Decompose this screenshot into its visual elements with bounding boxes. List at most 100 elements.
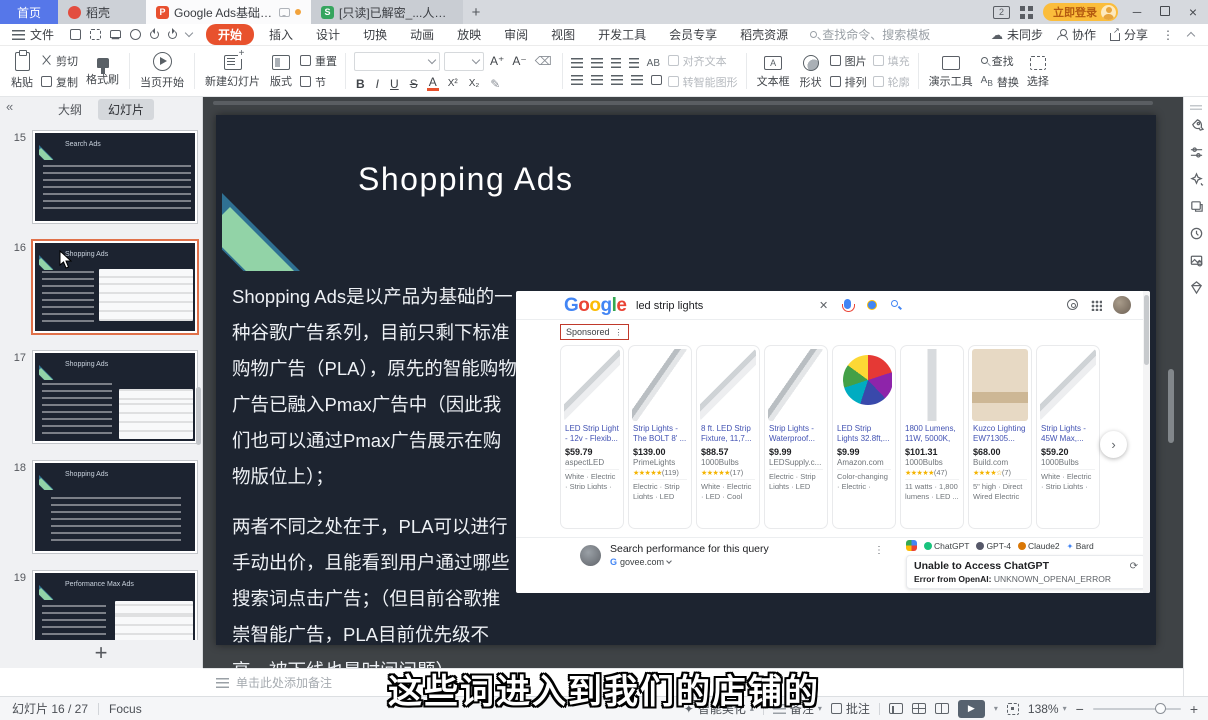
login-button[interactable]: 立即登录 [1043,3,1118,21]
text-box-button[interactable]: A文本框 [752,53,795,89]
share-button[interactable]: 分享 [1110,26,1148,43]
zoom-slider-knob[interactable] [1155,703,1166,714]
arrange-button[interactable]: 排列 [830,74,867,90]
find-button[interactable]: 查找 [981,53,1019,69]
slideshow-play-button[interactable]: ▶ [958,700,985,718]
align-left-icon[interactable] [571,75,583,85]
menu-start-active[interactable]: 开始 [206,24,254,45]
justify-icon[interactable] [631,75,643,85]
image-edit-icon[interactable] [1184,247,1208,274]
text-direction-icon[interactable]: AB [647,58,660,69]
font-family-select[interactable] [354,52,440,71]
duplicate-frames-icon[interactable] [1184,193,1208,220]
focus-mode-label[interactable]: Focus [109,702,142,716]
layout-button[interactable]: 版式 [265,53,297,89]
menu-transition[interactable]: 切换 [363,26,387,43]
increase-indent-icon[interactable] [629,58,639,68]
shapes-button[interactable]: 形状 [795,53,827,90]
tab-slides[interactable]: 幻灯片 [98,99,154,120]
export-icon[interactable] [90,29,101,40]
numbered-list-icon[interactable] [591,58,603,68]
subscript-icon[interactable]: X₂ [467,78,482,89]
select-button[interactable]: 选择 [1022,53,1054,89]
increase-font-icon[interactable]: A⁺ [488,54,506,68]
reset-button[interactable]: 重置 [300,53,337,69]
help-clock-icon[interactable] [1184,220,1208,247]
collapse-ribbon-icon[interactable] [1187,32,1195,40]
bold-icon[interactable]: B [354,77,367,91]
smart-beautify-button[interactable]: ✦智能美化▴ [684,700,754,717]
tab-outline[interactable]: 大纲 [48,99,92,120]
decrease-font-icon[interactable]: A⁻ [510,54,528,68]
quick-tools-icon[interactable] [1184,112,1208,139]
zoom-in-button[interactable]: + [1190,701,1198,717]
zoom-level[interactable]: 138%▾ [1028,702,1067,716]
play-options-icon[interactable]: ▾ [994,704,998,713]
google-search-screenshot[interactable]: Google led strip lights ✕ Sponsored ⋮ [516,291,1150,593]
save-icon[interactable] [70,29,81,40]
collaborate-button[interactable]: 协作 [1057,26,1096,43]
line-spacing-icon[interactable] [651,75,662,85]
horizontal-scrollbar[interactable] [213,101,1153,105]
tab-count-icon[interactable]: 2 [993,6,1010,19]
strikethrough-icon[interactable]: S [408,77,420,91]
panel-scrollbar[interactable] [196,387,201,445]
outline-button[interactable]: 轮廓 [873,74,910,90]
more-icon[interactable]: ⋮ [1162,28,1174,42]
tab-spreadsheet[interactable]: S [只读]已解密_...人端推广种草bf [311,0,463,24]
maximize-button[interactable] [1156,5,1174,19]
slide-thumbnail-18[interactable]: Shopping Ads [33,461,197,553]
menu-design[interactable]: 设计 [316,26,340,43]
close-button[interactable]: × [1184,4,1202,20]
properties-sliders-icon[interactable] [1184,139,1208,166]
minimize-button[interactable]: ─ [1128,5,1146,19]
font-color-icon[interactable]: A [427,77,439,91]
menu-slideshow[interactable]: 放映 [457,26,481,43]
font-size-select[interactable] [444,52,484,71]
bullet-list-icon[interactable] [571,58,583,68]
new-tab-button[interactable]: + [463,0,489,24]
print-icon[interactable] [110,30,121,38]
tab-current-presentation[interactable]: P Google Ads基础知识.pptx [146,0,311,24]
slide-thumbnail-17[interactable]: Shopping Ads [33,351,197,443]
slide-canvas[interactable]: Shopping Ads Shopping Ads是以产品为基础的一种谷歌广告系… [216,115,1156,645]
effects-star-icon[interactable] [1184,166,1208,193]
highlight-icon[interactable]: ✎ [488,77,502,91]
decrease-indent-icon[interactable] [611,58,621,68]
paste-button[interactable]: 粘贴 [6,52,38,90]
menu-view[interactable]: 视图 [551,26,575,43]
picture-button[interactable]: 图片 [830,53,867,69]
sync-status[interactable]: ☁未同步 [991,26,1043,43]
normal-view-icon[interactable] [889,703,903,714]
play-from-current-button[interactable]: 当页开始 [135,52,189,90]
fill-button[interactable]: 填充 [873,53,910,69]
replace-button[interactable]: AB替换 [981,74,1019,90]
slide-sorter-view-icon[interactable] [912,703,926,714]
menu-animation[interactable]: 动画 [410,26,434,43]
comments-button[interactable]: 批注 [831,700,870,717]
presentation-tools-button[interactable]: 演示工具 [924,53,978,89]
menu-file[interactable]: 文件 [12,26,54,43]
align-right-icon[interactable] [611,75,623,85]
menu-member[interactable]: 会员专享 [669,26,717,43]
panel-drag-handle[interactable] [1190,105,1202,110]
new-slide-button[interactable]: 新建幻灯片 [200,53,265,89]
menu-docer-resources[interactable]: 稻壳资源 [740,26,788,43]
slide-thumbnail-15[interactable]: Search Ads [33,131,197,223]
collapse-panel-icon[interactable]: « [6,99,13,114]
menu-insert[interactable]: 插入 [269,26,293,43]
tab-home[interactable]: 首页 [0,0,58,24]
zoom-out-button[interactable]: − [1076,701,1084,717]
vertical-scrollbar[interactable] [1168,369,1174,443]
italic-icon[interactable]: I [374,77,381,91]
smart-graphic-button[interactable]: 转智能图形 [668,74,738,90]
cut-button[interactable]: 剪切 [41,53,78,69]
menu-review[interactable]: 审阅 [504,26,528,43]
print-preview-icon[interactable] [130,29,141,40]
slide-title[interactable]: Shopping Ads [358,161,574,198]
quick-access-more-icon[interactable] [185,29,193,37]
clear-format-icon[interactable]: ⌫ [533,54,554,68]
section-button[interactable]: 节 [300,74,337,90]
align-center-icon[interactable] [591,75,603,85]
format-painter-button[interactable]: 格式刷 [81,55,124,87]
